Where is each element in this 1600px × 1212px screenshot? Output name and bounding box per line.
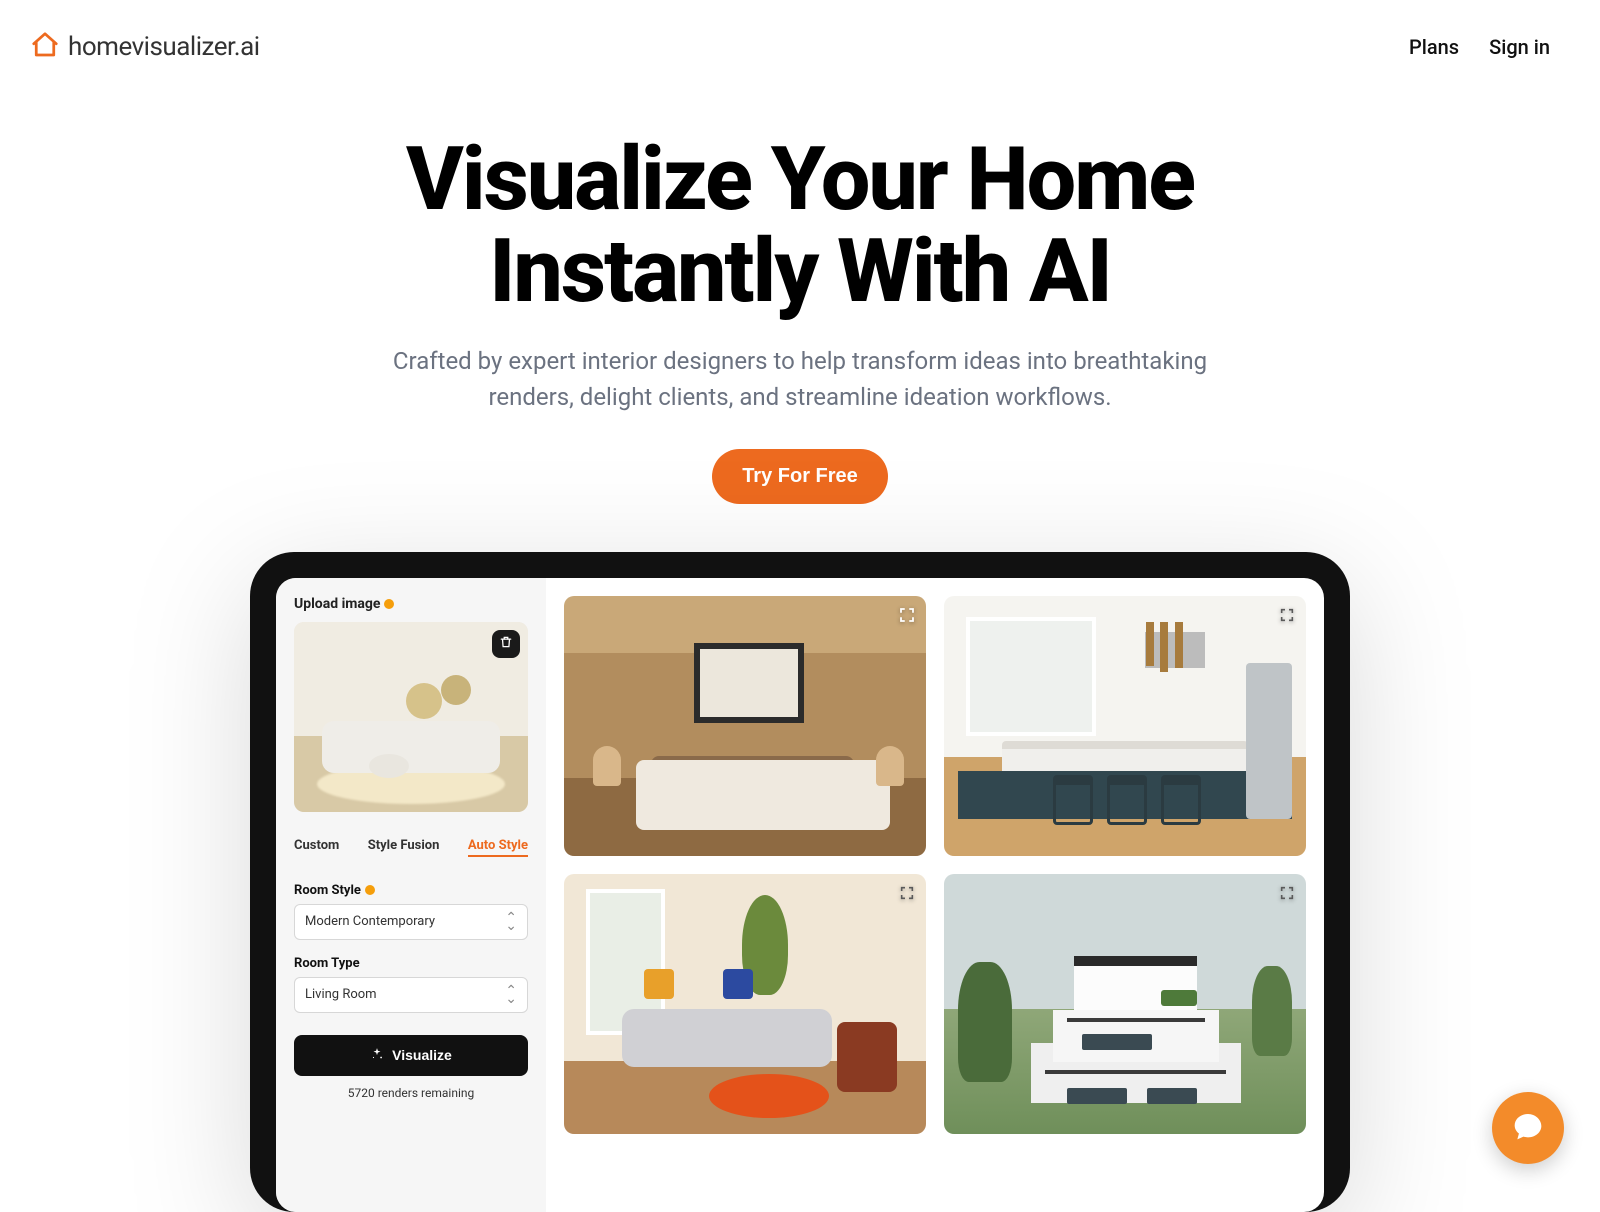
site-header: homevisualizer.ai Plans Sign in xyxy=(0,0,1600,74)
upload-heading: Upload image xyxy=(294,596,528,612)
nav-signin[interactable]: Sign in xyxy=(1489,35,1550,59)
sparkle-icon xyxy=(370,1047,384,1064)
mode-tabs: Custom Style Fusion Auto Style xyxy=(294,838,528,857)
expand-icon[interactable] xyxy=(896,882,918,904)
nav-links: Plans Sign in xyxy=(1409,35,1570,59)
delete-image-button[interactable] xyxy=(492,630,520,658)
chevron-updown-icon: ⌃⌄ xyxy=(505,987,517,1003)
tab-style-fusion[interactable]: Style Fusion xyxy=(368,838,440,857)
nav-plans[interactable]: Plans xyxy=(1409,35,1459,59)
tablet-mockup: Upload image xyxy=(250,552,1350,1212)
trash-icon xyxy=(499,634,513,653)
tab-auto-style[interactable]: Auto Style xyxy=(468,838,528,857)
room-type-value: Living Room xyxy=(305,987,377,1002)
chevron-updown-icon: ⌃⌄ xyxy=(505,914,517,930)
app-screen: Upload image xyxy=(276,578,1324,1212)
expand-icon[interactable] xyxy=(1276,882,1298,904)
room-style-select[interactable]: Modern Contemporary ⌃⌄ xyxy=(294,904,528,940)
render-card[interactable] xyxy=(944,874,1306,1134)
chat-icon xyxy=(1512,1110,1544,1146)
room-type-select[interactable]: Living Room ⌃⌄ xyxy=(294,977,528,1013)
room-style-value: Modern Contemporary xyxy=(305,914,435,929)
hero-title-line2: Instantly With AI xyxy=(489,220,1111,323)
upload-label: Upload image xyxy=(294,596,380,612)
room-style-label: Room Style xyxy=(294,883,528,898)
render-gallery xyxy=(546,578,1324,1212)
render-card[interactable] xyxy=(564,596,926,856)
expand-icon[interactable] xyxy=(896,604,918,626)
expand-icon[interactable] xyxy=(1276,604,1298,626)
hero-section: Visualize Your Home Instantly With AI Cr… xyxy=(0,74,1600,504)
try-for-free-button[interactable]: Try For Free xyxy=(712,449,888,504)
info-icon xyxy=(384,599,394,609)
render-card[interactable] xyxy=(564,874,926,1134)
info-icon xyxy=(365,885,375,895)
house-icon xyxy=(30,30,60,64)
room-type-label: Room Type xyxy=(294,956,528,971)
hero-title-line1: Visualize Your Home xyxy=(406,128,1194,231)
chat-button[interactable] xyxy=(1492,1092,1564,1164)
render-card[interactable] xyxy=(944,596,1306,856)
renders-remaining: 5720 renders remaining xyxy=(294,1086,528,1100)
visualize-button[interactable]: Visualize xyxy=(294,1035,528,1076)
control-panel: Upload image xyxy=(276,578,546,1212)
tablet-frame: Upload image xyxy=(250,552,1350,1212)
brand-name: homevisualizer.ai xyxy=(68,32,260,62)
hero-title: Visualize Your Home Instantly With AI xyxy=(0,134,1600,319)
brand-logo[interactable]: homevisualizer.ai xyxy=(30,30,260,64)
hero-subtitle: Crafted by expert interior designers to … xyxy=(370,343,1230,415)
uploaded-image-preview[interactable] xyxy=(294,622,528,812)
visualize-label: Visualize xyxy=(392,1047,452,1063)
tab-custom[interactable]: Custom xyxy=(294,838,339,857)
